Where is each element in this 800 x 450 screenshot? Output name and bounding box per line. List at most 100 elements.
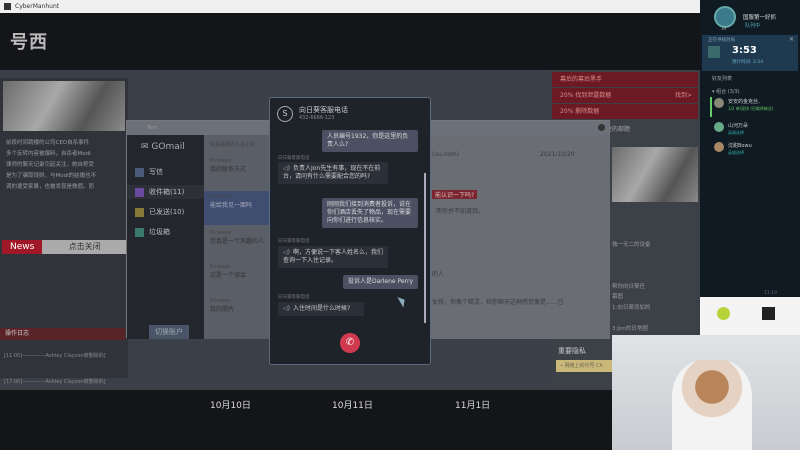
mail-line: 而你并不知道我。 [436, 208, 485, 215]
date-item[interactable]: 10月11日 [332, 398, 373, 411]
user-status: 队列中 [745, 23, 761, 29]
mail-subject: 能给我见一面吗 [210, 202, 253, 209]
stream-logo: 号西 [10, 32, 48, 53]
friend-name: 沈甜Bowu [728, 143, 752, 149]
message-out: 投诉人是Darlene Perry [343, 275, 418, 289]
envelope-icon: ✉ [141, 142, 152, 152]
window-titlebar: CyberManhunt [0, 0, 700, 13]
nav-inbox[interactable]: 收件箱(11) [127, 185, 204, 199]
friend-avatar [714, 122, 724, 132]
privacy-note: • 网络上的代号 Ch [556, 360, 616, 372]
news-tag: News [2, 240, 43, 254]
operation-log-header: 操作日志 [0, 328, 125, 340]
profile-line: 1:向日葵添加的 [612, 305, 651, 311]
task-item[interactable]: 20% 找到泄露数据 找到> [552, 88, 698, 103]
queue-icon [708, 46, 720, 58]
news-article: 前段时间跳楼的公司CEO自杀事件 多个反转内容被爆料，自杀者Modi 律师的聊天… [6, 138, 126, 193]
message-in: ◁) 负责人Jon先生有事，现在不在前台，请问有什么需要配合您的吗? [278, 162, 388, 184]
username: 国服第一好抓 [743, 15, 777, 21]
app-icon [4, 3, 11, 10]
est-label: 预计时间: [732, 60, 752, 65]
friend-group[interactable]: ▾ 组合 (3/3) [712, 88, 740, 95]
app-tray [700, 297, 800, 335]
news-bar: News 点击关闭 [2, 240, 127, 254]
profile-line: 帮你向日葵任 [612, 284, 646, 290]
highlighted-text: 能认识一下吗? [432, 190, 478, 199]
message-text: 啊，方便说一下客人姓名么，我们查询一下入住记录。 [283, 249, 383, 264]
mail-item[interactable]: Enreeeo 您真是一个风趣的人 [204, 227, 272, 261]
mail-item[interactable]: Enreeeo 能给我见一面吗 [204, 191, 272, 225]
mail-sidebar: ✉ GOmail 写信 收件箱(11) 已发送(10) 垃圾箱 切换账户 [127, 135, 204, 339]
message-text: 入住时间是什么时候? [292, 305, 351, 312]
profile-line: 幕图 [612, 294, 624, 300]
log-line: [11:00]-------------Ashley Clayson被删除的] [4, 353, 106, 359]
article-line: 是为了骗取钱财，与Modi的结婚也不 [6, 173, 97, 179]
close-icon[interactable]: ✕ [789, 36, 794, 43]
friend-avatar [714, 98, 724, 108]
hangup-button[interactable]: ✆ [340, 333, 360, 353]
mail-list: 看看是谁的人最小批 Enreeeo 我的联系方式 Enreeeo 能给我见一面吗 E… [204, 135, 272, 339]
friend-status: 1/2 单/双排 (召唤师峡谷) [728, 106, 774, 111]
sound-icon[interactable]: ◁) [283, 305, 290, 312]
mail-subject: 我的照片 [210, 306, 235, 313]
profile-line: 独一无二的设备 [612, 242, 651, 248]
mail-close-icon[interactable] [598, 124, 605, 131]
caller-avatar: S [277, 106, 293, 122]
profile-line: 3:Jon的日常圈 [612, 326, 648, 332]
chat-scrollbar[interactable] [424, 173, 426, 323]
friend-avatar [714, 142, 724, 152]
nav-trash[interactable]: 垃圾箱 [135, 227, 170, 237]
task-label: 找到泄露数据 [575, 92, 612, 99]
gomail-logo: ✉ GOmail [141, 142, 185, 152]
task-item[interactable]: 20% 删除数据 [552, 104, 698, 119]
friend-name: 安安的金克丝、 [728, 99, 764, 105]
switch-account-button[interactable]: 切换账户 [149, 325, 189, 339]
app-icon[interactable] [762, 307, 775, 320]
task-find-link[interactable]: 找到> [675, 88, 698, 103]
friend-status: 英雄选择 [728, 130, 744, 135]
task-item[interactable]: 幕后的幕后黑手 [552, 72, 698, 87]
phone-call-dialog: S 向日葵客服电话 432-6666-123 人员编号1932，你是这里的负责人… [269, 97, 431, 365]
queue-panel: 正在寻找对局 3:53 预计时间: 2:54 ✕ [702, 35, 798, 71]
nav-label: 已发送(10) [149, 208, 185, 216]
date-item[interactable]: 10月10日 [210, 398, 251, 411]
mail-item[interactable]: Enreeeo 这是一个误会 [204, 261, 272, 295]
app-name: GOmail [151, 142, 185, 152]
compose-icon [135, 167, 144, 177]
article-line: 多个反转内容被爆料，自杀者Modi [6, 151, 91, 157]
sender-address: (uu.com) [432, 151, 460, 158]
mouse-cursor-icon [397, 294, 408, 308]
app-icon[interactable] [717, 307, 730, 320]
trash-icon [135, 227, 144, 237]
nav-compose[interactable]: 写信 [135, 167, 163, 177]
sound-icon[interactable]: ◁) [283, 165, 290, 172]
task-label: 删除数据 [575, 108, 600, 115]
message-out: 刚刚我们接到消费者投诉，说在你们酒店丢失了物品，现在需要向你们进行信息核实。 [322, 198, 418, 228]
client-time: 11:19 [764, 291, 777, 296]
mail-item[interactable]: Enreeeo 我的照片 [204, 295, 272, 329]
task-pct: 20% [560, 92, 574, 99]
friend-status: 英雄选择 [728, 150, 744, 155]
streamer-figure [672, 360, 752, 450]
article-line: 前段时间跳楼的公司CEO自杀事件 [6, 140, 90, 146]
message-sender: 向日葵客服电话 [278, 156, 310, 161]
date-item[interactable]: 11月1日 [455, 398, 490, 411]
privacy-heading: 重要隐私 [558, 347, 586, 355]
mail-subject: 我的联系方式 [210, 166, 247, 173]
est-value: 2:54 [752, 60, 764, 65]
nav-sent[interactable]: 已发送(10) [135, 207, 184, 217]
streamer-webcam [612, 335, 800, 450]
news-image [3, 81, 125, 131]
mail-item[interactable]: Enreeeo 我的联系方式 [204, 155, 272, 189]
nav-label: 写信 [149, 168, 163, 176]
message-in: ◁) 啊，方便说一下客人姓名么，我们查询一下入住记录。 [278, 246, 388, 268]
sent-icon [135, 207, 144, 217]
news-close-button[interactable]: 点击关闭 [42, 240, 127, 254]
active-indicator [710, 97, 712, 117]
message-sender: 向日葵客服电话 [278, 295, 310, 300]
sound-icon[interactable]: ◁) [283, 249, 290, 256]
caller-name: 向日葵客服电话 [299, 106, 348, 114]
date-timeline: 10月10日 10月11日 11月1日 [0, 390, 700, 420]
mail-subject: 这是一个误会 [210, 272, 247, 279]
caller-number: 432-6666-123 [299, 115, 335, 121]
